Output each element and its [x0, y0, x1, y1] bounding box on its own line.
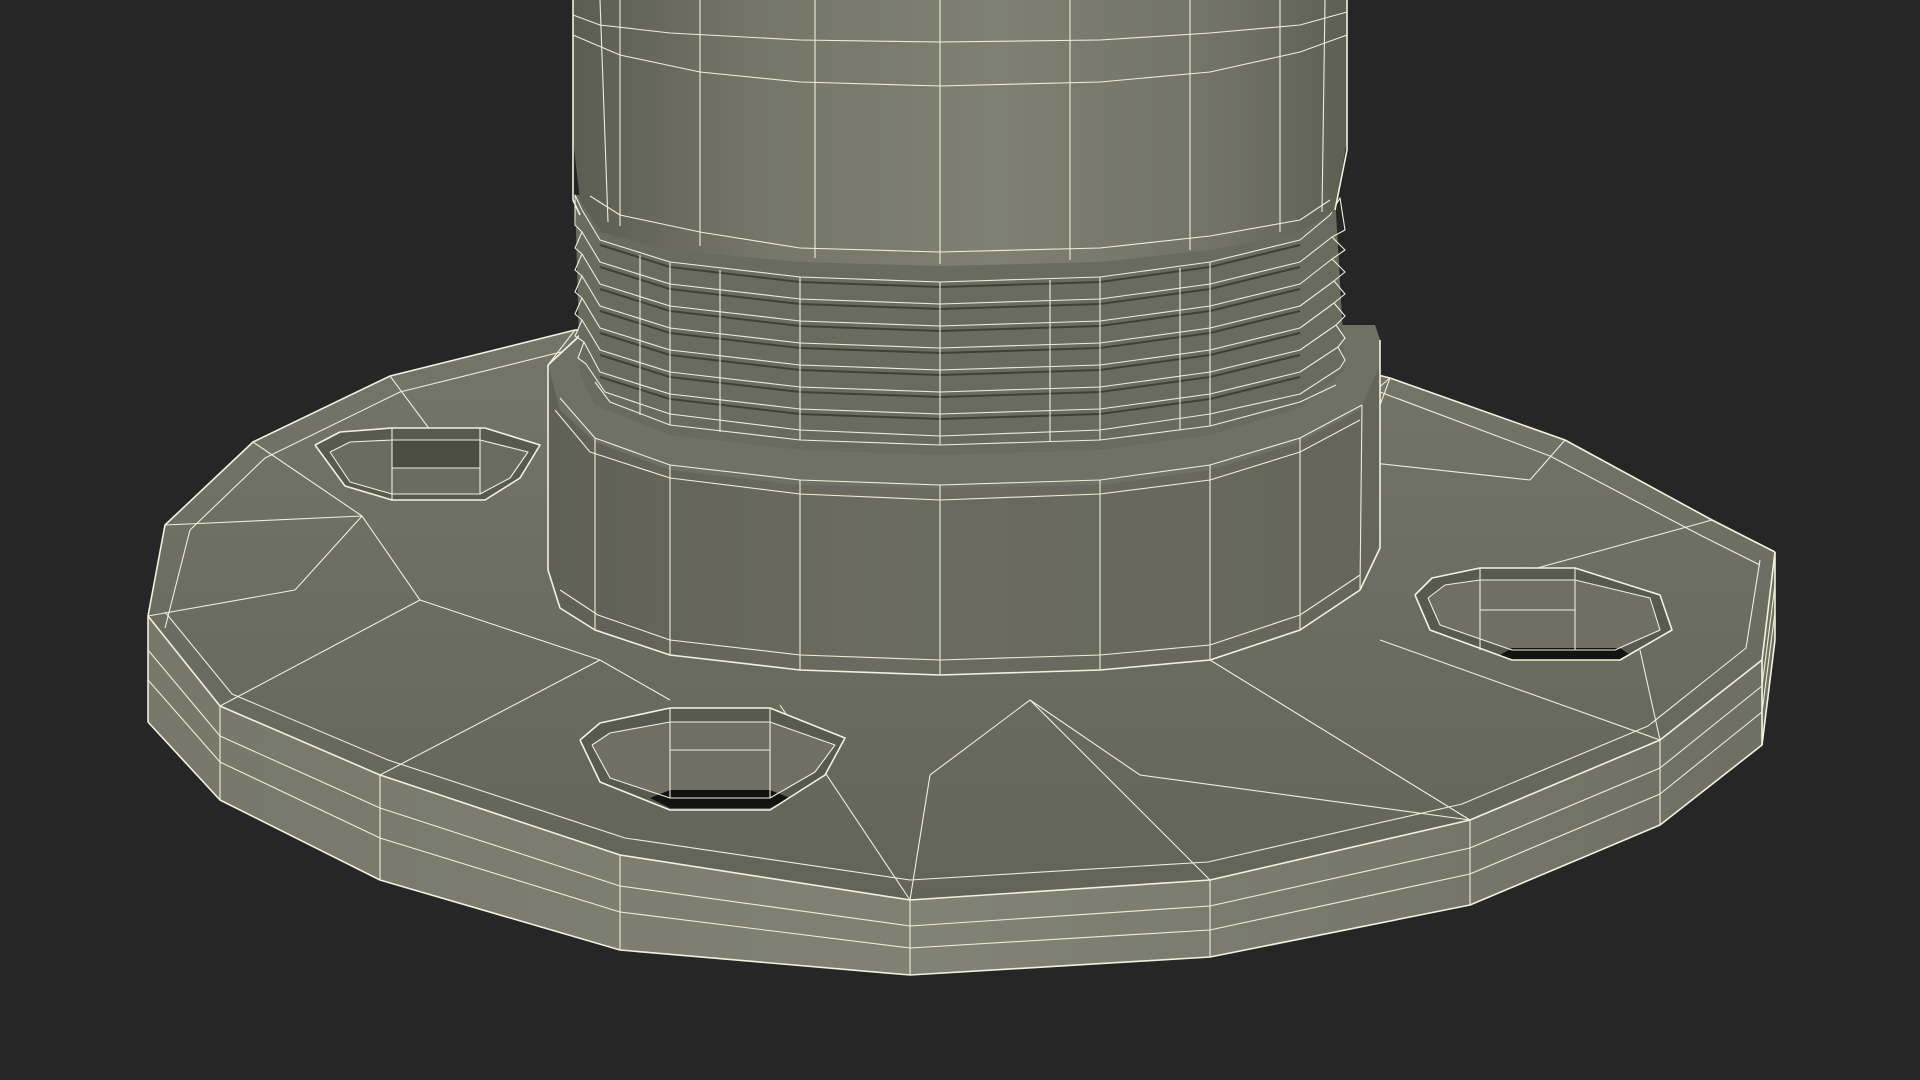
render-viewport: [147, 0, 1776, 976]
upper-column: [572, 0, 1348, 266]
